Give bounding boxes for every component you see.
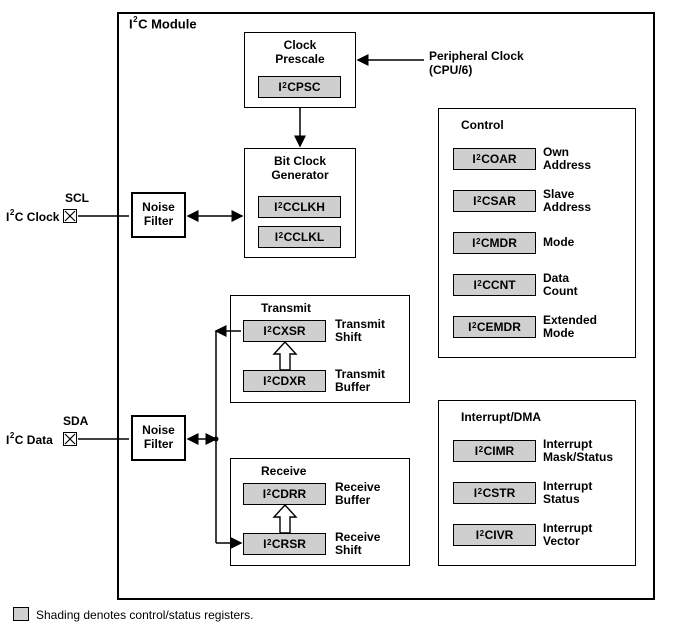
label-interrupt-2: InterruptVector bbox=[543, 522, 592, 548]
reg-interrupt-1: I2CSTR bbox=[453, 482, 536, 504]
reg-control-3: I2CCNT bbox=[453, 274, 536, 296]
reg-control-0: I2COAR bbox=[453, 148, 536, 170]
legend-text: Shading denotes control/status registers… bbox=[36, 608, 253, 622]
reg-control-1: I2CSAR bbox=[453, 190, 536, 212]
label-interrupt-0: InterruptMask/Status bbox=[543, 438, 613, 464]
label-interrupt-1: InterruptStatus bbox=[543, 480, 592, 506]
label-control-2: Mode bbox=[543, 236, 574, 249]
reg-interrupt-2: I2CIVR bbox=[453, 524, 536, 546]
diagram-canvas: I2C Module Peripheral Clock(CPU/6) Clock… bbox=[0, 0, 675, 628]
reg-interrupt-0: I2CIMR bbox=[453, 440, 536, 462]
label-control-3: DataCount bbox=[543, 272, 578, 298]
label-control-1: SlaveAddress bbox=[543, 188, 591, 214]
label-control-0: OwnAddress bbox=[543, 146, 591, 172]
reg-control-4: I2CEMDR bbox=[453, 316, 536, 338]
legend-swatch bbox=[13, 607, 29, 621]
reg-control-2: I2CMDR bbox=[453, 232, 536, 254]
label-control-4: ExtendedMode bbox=[543, 314, 597, 340]
